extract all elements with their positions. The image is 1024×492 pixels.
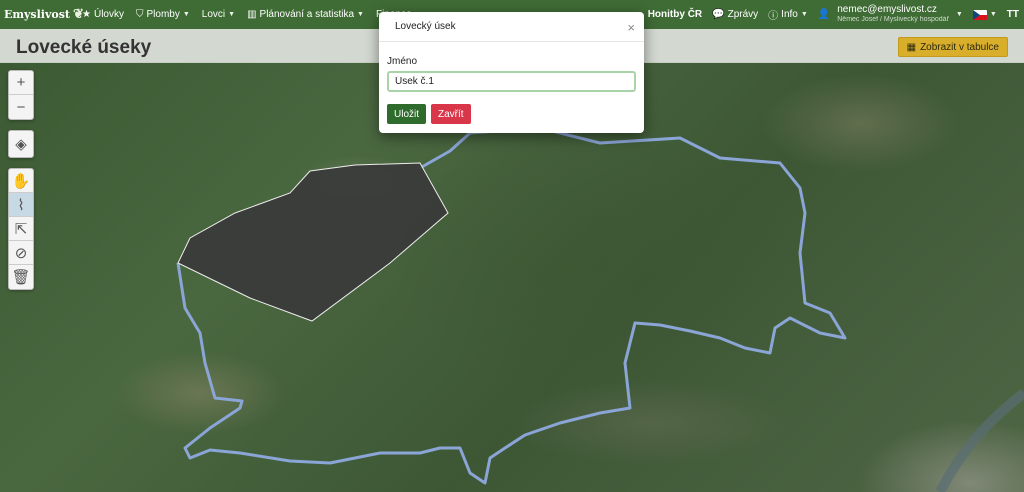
- text-size-label: TT: [1006, 9, 1019, 20]
- delete-tool-button[interactable]: 🗑: [9, 265, 33, 289]
- caret-down-icon: ▼: [989, 11, 997, 18]
- czech-flag-icon: [972, 9, 987, 20]
- layers-control: ◈: [8, 130, 34, 158]
- hunting-section-polygon[interactable]: [177, 162, 449, 322]
- select-cursor-icon: ⇱: [14, 220, 28, 238]
- brand-name: Emyslivost: [4, 8, 70, 21]
- messages-link[interactable]: 💬 Zprávy: [707, 0, 763, 29]
- hunting-section-modal: Lovecký úsek × Jméno Uložit Zavřít: [379, 12, 644, 133]
- table-icon: ▦: [906, 41, 917, 53]
- menu-item-label: Plomby: [146, 9, 180, 20]
- honitby-link[interactable]: Honitby ČR: [643, 0, 707, 29]
- layers-button[interactable]: ◈: [9, 131, 33, 157]
- draw-line-tool-button[interactable]: ⌇: [9, 193, 33, 217]
- chart-icon: ▥: [247, 9, 257, 20]
- zoom-in-icon: +: [16, 74, 26, 91]
- menu-item-label: Lovci: [201, 9, 226, 20]
- caret-down-icon: ▼: [955, 11, 963, 18]
- trash-icon: 🗑: [11, 269, 31, 286]
- menu-item-label: Úlovky: [93, 9, 124, 20]
- user-email: nemec@emyslivost.cz: [837, 3, 937, 15]
- user-role: Němec Josef / Myslivecký hospodář: [837, 15, 949, 23]
- comment-icon: ⊘: [14, 244, 28, 262]
- show-table-label: Zobrazit v tabulce: [920, 41, 999, 53]
- language-menu[interactable]: ▼: [968, 0, 1002, 29]
- close-button[interactable]: Zavřít: [431, 104, 471, 124]
- menu-item-ulovky[interactable]: ★ Úlovky: [76, 0, 130, 29]
- star-icon: ★: [82, 9, 91, 20]
- caret-down-icon: ▼: [182, 11, 190, 18]
- user-menu[interactable]: 👤 nemec@emyslivost.cz Němec Josef / Mysl…: [813, 0, 968, 29]
- comments-icon: 💬: [712, 9, 725, 20]
- user-info: nemec@emyslivost.cz Němec Josef / Mysliv…: [833, 3, 953, 25]
- modal-title: Lovecký úsek: [395, 21, 456, 32]
- zoom-out-button[interactable]: −: [9, 95, 33, 119]
- tag-icon: ⛉: [135, 9, 144, 20]
- zoom-in-button[interactable]: +: [9, 71, 33, 95]
- layers-icon: ◈: [15, 136, 27, 153]
- draw-toolbar: ✋ ⌇ ⇱ ⊘ 🗑: [8, 168, 34, 290]
- menu-item-plomby[interactable]: ⛉ Plomby ▼: [130, 0, 196, 29]
- river: [935, 389, 1024, 492]
- line-draw-icon: ⌇: [17, 196, 25, 214]
- zoom-out-icon: −: [16, 98, 26, 116]
- text-size-toggle[interactable]: TT: [1002, 0, 1024, 29]
- show-table-button[interactable]: ▦ Zobrazit v tabulce: [897, 37, 1008, 57]
- info-menu[interactable]: ⓘ Info ▼: [763, 0, 813, 29]
- save-button[interactable]: Uložit: [387, 104, 427, 124]
- caret-down-icon: ▼: [228, 11, 236, 18]
- hand-icon: ✋: [11, 172, 31, 190]
- info-icon: ⓘ: [768, 11, 779, 22]
- select-tool-button[interactable]: ⇱: [9, 217, 33, 241]
- honitby-label: Honitby ČR: [647, 9, 703, 20]
- name-field-label: Jméno: [387, 56, 418, 67]
- modal-body: Jméno Uložit Zavřít: [379, 42, 644, 124]
- modal-header: Lovecký úsek ×: [379, 12, 644, 42]
- info-label: Info: [781, 9, 798, 20]
- zoom-control: + −: [8, 70, 34, 120]
- user-icon: 👤: [817, 9, 831, 20]
- modal-buttons: Uložit Zavřít: [387, 104, 636, 124]
- pan-tool-button[interactable]: ✋: [9, 169, 33, 193]
- name-input[interactable]: [387, 71, 636, 92]
- page-title: Lovecké úseky: [16, 37, 152, 58]
- brand-logo[interactable]: Emyslivost ❦: [0, 7, 84, 22]
- menu-item-lovci[interactable]: Lovci ▼: [196, 0, 241, 29]
- menu-item-planovani[interactable]: ▥ Plánování a statistika ▼: [241, 0, 370, 29]
- close-icon[interactable]: ×: [627, 20, 635, 35]
- comment-tool-button[interactable]: ⊘: [9, 241, 33, 265]
- main-menu: ★ Úlovky ⛉ Plomby ▼ Lovci ▼ ▥ Plánování …: [76, 0, 427, 29]
- caret-down-icon: ▼: [357, 11, 364, 18]
- nav-right: Honitby ČR 💬 Zprávy ⓘ Info ▼ 👤 nemec@emy…: [643, 0, 1024, 29]
- messages-label: Zprávy: [727, 9, 759, 20]
- menu-item-label: Plánování a statistika: [259, 9, 355, 20]
- caret-down-icon: ▼: [800, 11, 808, 18]
